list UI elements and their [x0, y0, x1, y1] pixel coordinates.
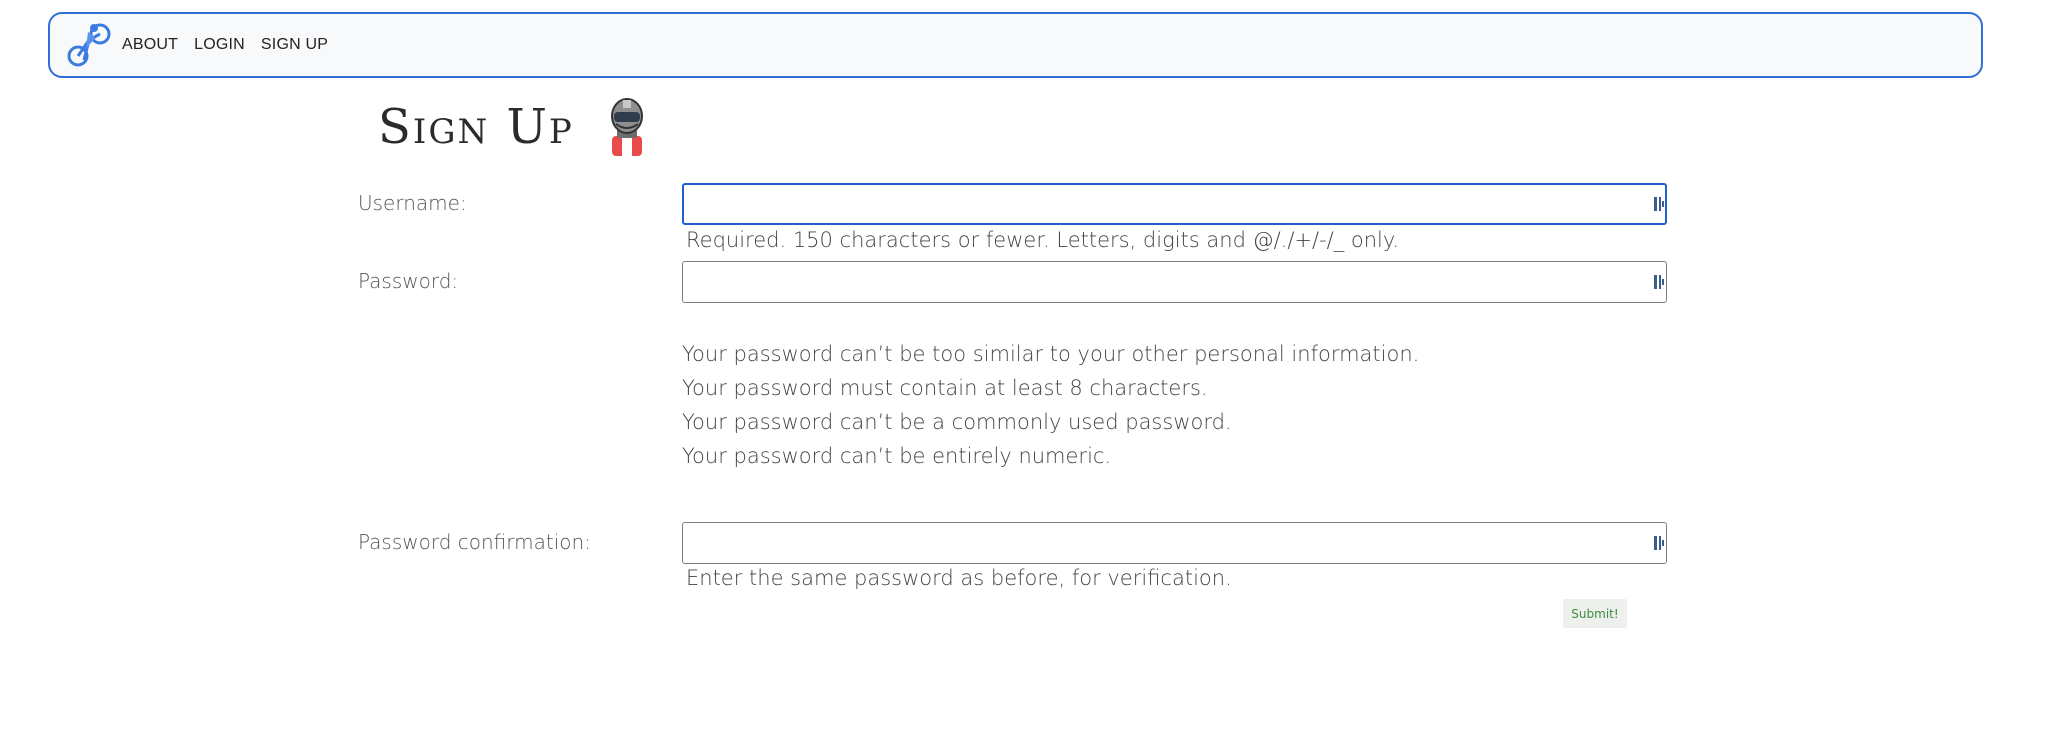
- password-rule: Your password can’t be entirely numeric.: [682, 444, 1112, 468]
- submit-button[interactable]: Submit!: [1563, 599, 1627, 628]
- username-input[interactable]: [682, 183, 1667, 225]
- password-manager-icon[interactable]: [1654, 536, 1664, 550]
- nav-about-link[interactable]: ABOUT: [122, 36, 178, 54]
- password-input[interactable]: [682, 261, 1667, 303]
- password-rule: Your password must contain at least 8 ch…: [682, 376, 1208, 400]
- password-rules-list: Your password can’t be too similar to yo…: [682, 337, 1419, 473]
- navbar: ABOUT LOGIN SIGN UP: [48, 12, 1983, 78]
- password-manager-icon[interactable]: [1654, 197, 1664, 211]
- password-confirmation-label: Password confirmation:: [358, 530, 591, 554]
- racer-avatar-icon: [610, 98, 643, 156]
- password-rule: Your password can’t be a commonly used p…: [682, 410, 1232, 434]
- password-confirmation-help-text: Enter the same password as before, for v…: [686, 566, 1232, 590]
- nav-login-link[interactable]: LOGIN: [194, 36, 245, 54]
- password-manager-icon[interactable]: [1654, 275, 1664, 289]
- password-rule: Your password can’t be too similar to yo…: [682, 342, 1420, 366]
- password-confirmation-input[interactable]: [682, 522, 1667, 564]
- brand-logo-icon[interactable]: [62, 18, 116, 72]
- password-label: Password:: [358, 269, 459, 293]
- page-title: Sign Up: [378, 99, 574, 155]
- username-help-text: Required. 150 characters or fewer. Lette…: [686, 228, 1399, 252]
- title-row: Sign Up: [378, 98, 650, 156]
- nav-signup-link[interactable]: SIGN UP: [261, 36, 328, 54]
- username-label: Username:: [358, 191, 467, 215]
